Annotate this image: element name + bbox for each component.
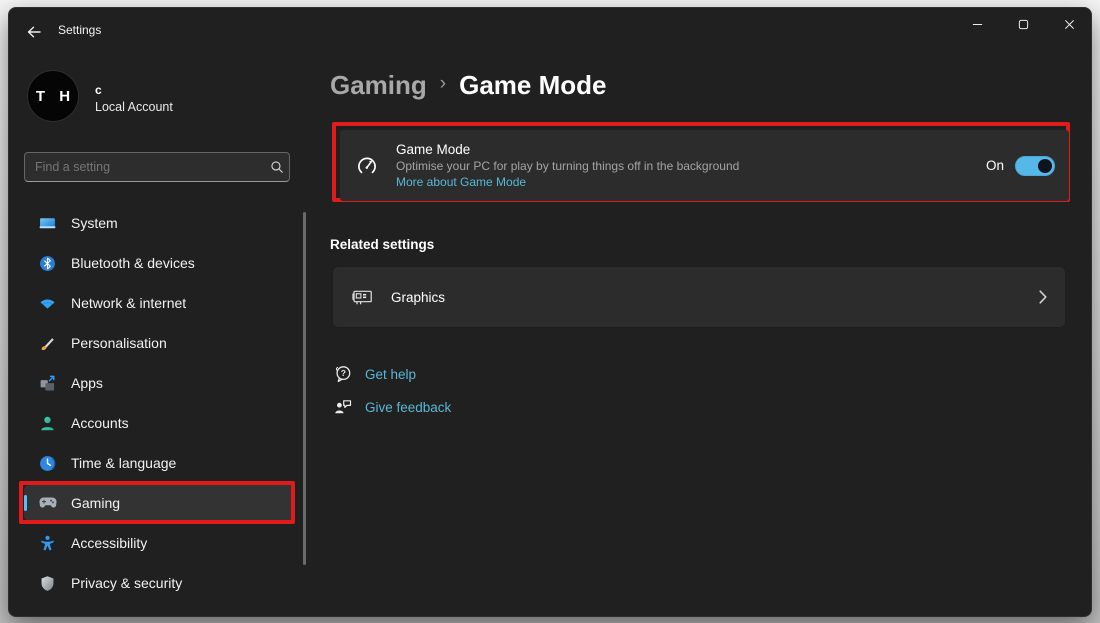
sidebar-item-accounts[interactable]: Accounts: [24, 405, 295, 441]
search-input[interactable]: [25, 160, 265, 174]
sidebar-item-label: Bluetooth & devices: [71, 255, 195, 271]
titlebar: Settings: [8, 7, 1092, 53]
page-title: Game Mode: [459, 70, 607, 100]
svg-text:?: ?: [341, 368, 346, 378]
breadcrumb-parent[interactable]: Gaming: [330, 68, 427, 102]
speedometer-icon: [357, 156, 377, 176]
maximize-icon: [1018, 18, 1029, 33]
game-mode-toggle-group: On: [985, 155, 1055, 176]
related-settings-header: Related settings: [330, 237, 435, 252]
game-mode-more-link[interactable]: More about Game Mode: [396, 174, 526, 190]
help-bubble-icon: ?: [333, 365, 353, 383]
sidebar-item-gaming[interactable]: Gaming: [24, 485, 295, 521]
sidebar-item-label: Gaming: [71, 495, 121, 511]
selected-indicator: [24, 495, 27, 511]
gpu-icon: [351, 289, 373, 305]
sidebar-item-label: Personalisation: [71, 335, 167, 351]
avatar[interactable]: T H: [27, 70, 79, 122]
person-icon: [38, 414, 57, 433]
bluetooth-icon: [38, 254, 57, 273]
sidebar-item-network-internet[interactable]: Network & internet: [24, 285, 295, 321]
sidebar-item-label: Time & language: [71, 455, 177, 471]
get-help-label: Get help: [365, 366, 417, 382]
window-controls: [954, 10, 1092, 41]
apps-icon: [38, 374, 57, 393]
accessibility-icon: [38, 534, 57, 553]
game-mode-card: Game Mode Optimise your PC for play by t…: [340, 130, 1069, 201]
sidebar-item-label: Network & internet: [71, 295, 187, 311]
account-name: c: [95, 83, 102, 97]
feedback-icon: [333, 398, 353, 416]
system-icon: [38, 214, 57, 233]
minimize-button[interactable]: [954, 10, 1000, 41]
sidebar-item-apps[interactable]: Apps: [24, 365, 295, 401]
minimize-icon: [972, 18, 983, 33]
toggle-state-label: On: [985, 158, 1004, 173]
back-arrow-icon: [26, 24, 42, 43]
window-title: Settings: [58, 23, 102, 37]
breadcrumb: Gaming › Game Mode: [330, 68, 607, 102]
clock-icon: [38, 454, 57, 473]
give-feedback-label: Give feedback: [365, 399, 452, 415]
close-button[interactable]: [1046, 10, 1092, 41]
sidebar-item-time-language[interactable]: Time & language: [24, 445, 295, 481]
sidebar-scrollbar[interactable]: [303, 212, 306, 565]
give-feedback-link[interactable]: Give feedback: [333, 394, 451, 420]
sidebar-item-label: Accessibility: [71, 535, 148, 551]
sidebar-item-label: Accounts: [71, 415, 129, 431]
paintbrush-icon: [38, 334, 57, 353]
settings-window: Settings T H c Local Account Find a sett…: [8, 7, 1092, 617]
sidebar-item-privacy-security[interactable]: Privacy & security: [24, 565, 295, 601]
sidebar-item-label: Apps: [71, 375, 103, 391]
game-mode-title: Game Mode: [396, 142, 471, 157]
sidebar-item-system[interactable]: System: [24, 205, 295, 241]
footer-links: ? Get help Give feedback: [333, 361, 451, 420]
get-help-link[interactable]: ? Get help: [333, 361, 451, 387]
chevron-right-icon: [1039, 290, 1047, 304]
game-mode-toggle[interactable]: [1015, 155, 1055, 176]
close-icon: [1064, 18, 1075, 33]
network-wifi-icon: [38, 294, 57, 313]
maximize-button[interactable]: [1000, 10, 1046, 41]
breadcrumb-separator-icon: ›: [439, 73, 447, 94]
sidebar-item-accessibility[interactable]: Accessibility: [24, 525, 295, 561]
gamepad-icon: [38, 494, 57, 513]
game-mode-text: Game Mode Optimise your PC for play by t…: [396, 141, 739, 190]
annotation-box-game-mode-card: Game Mode Optimise your PC for play by t…: [332, 122, 1070, 202]
graphics-settings-row[interactable]: Graphics: [332, 266, 1066, 328]
sidebar-nav: System Bluetooth & devices Network & int…: [24, 205, 295, 605]
sidebar-item-label: System: [71, 215, 118, 231]
graphics-label: Graphics: [391, 289, 446, 305]
account-type: Local Account: [95, 100, 173, 114]
sidebar-item-bluetooth-devices[interactable]: Bluetooth & devices: [24, 245, 295, 281]
sidebar-item-personalisation[interactable]: Personalisation: [24, 325, 295, 361]
back-button[interactable]: [18, 19, 50, 47]
desktop-background: Settings T H c Local Account Find a sett…: [0, 0, 1100, 623]
game-mode-description: Optimise your PC for play by turning thi…: [396, 159, 740, 173]
shield-icon: [38, 574, 57, 593]
search-icon: [265, 160, 289, 174]
toggle-knob: [1038, 158, 1052, 173]
sidebar-item-label: Privacy & security: [71, 575, 183, 591]
search-box: [24, 152, 290, 182]
